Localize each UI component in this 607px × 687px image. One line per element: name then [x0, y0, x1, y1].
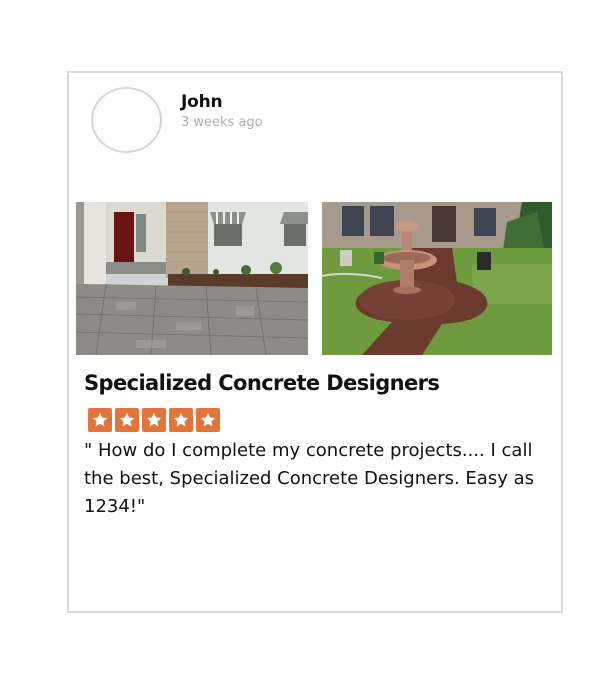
- author-name[interactable]: John: [181, 92, 223, 112]
- star-icon: [196, 408, 220, 432]
- business-name[interactable]: Specialized Concrete Designers: [84, 371, 440, 395]
- review-timestamp: 3 weeks ago: [181, 115, 263, 130]
- review-photo-fountain[interactable]: [322, 202, 552, 355]
- driveway-image: [76, 202, 308, 355]
- star-icon: [142, 408, 166, 432]
- review-photo-driveway[interactable]: [76, 202, 308, 355]
- star-icon: [169, 408, 193, 432]
- review-card: John 3 weeks ago Specialized Concrete De…: [67, 71, 563, 613]
- avatar[interactable]: [91, 87, 162, 153]
- review-text: " How do I complete my concrete projects…: [84, 440, 534, 517]
- star-icon: [88, 408, 112, 432]
- fountain-image: [322, 202, 552, 355]
- star-rating: [88, 408, 220, 432]
- star-icon: [115, 408, 139, 432]
